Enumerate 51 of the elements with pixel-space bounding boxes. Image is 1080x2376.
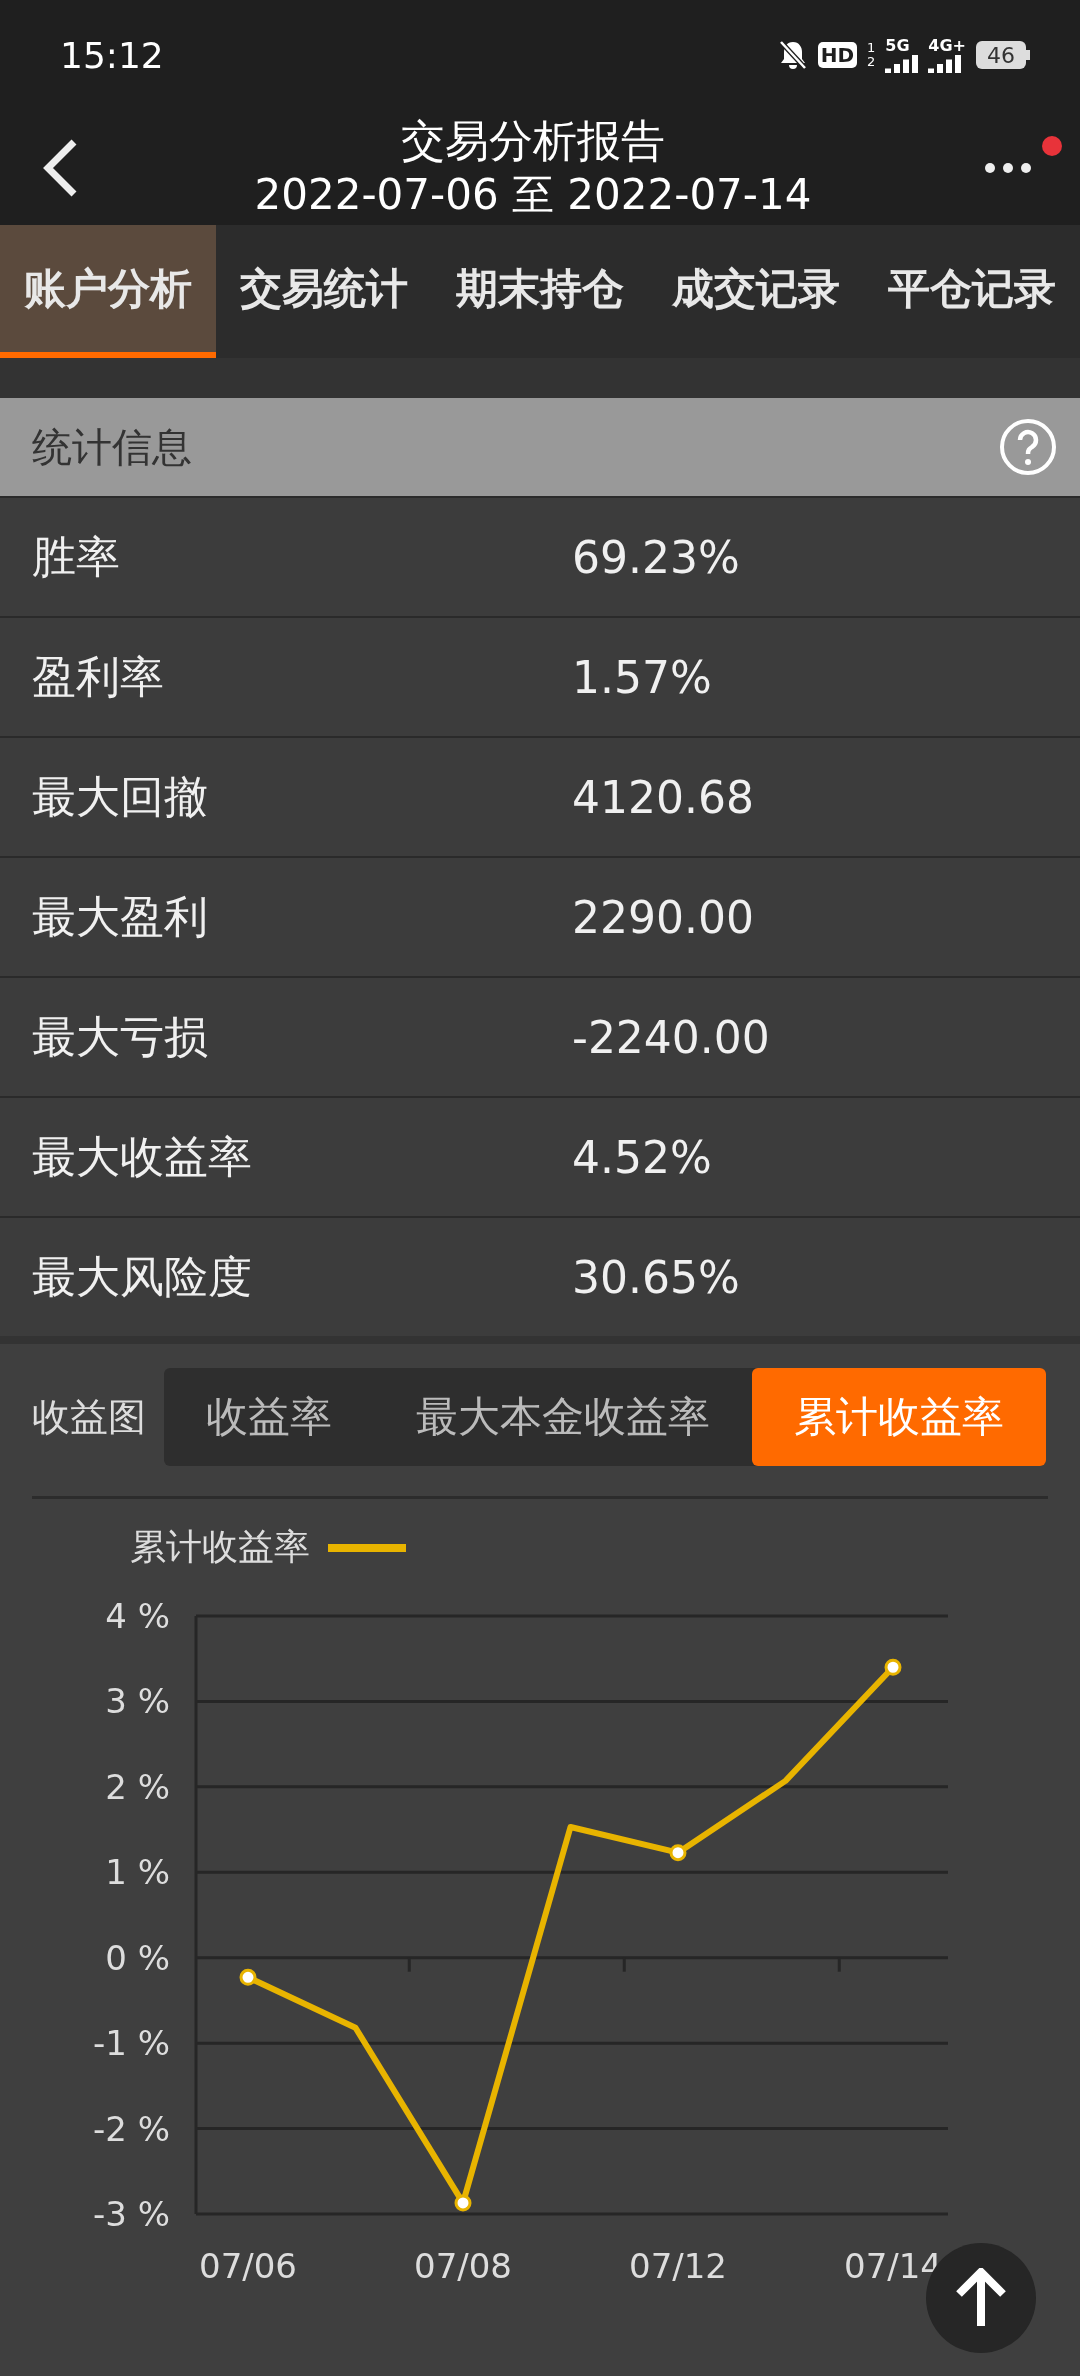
tab[interactable]: 账户分析 [0,225,216,358]
chart-label: 收益图 [32,1393,146,1441]
date-range: 2022-07-06 至 2022-07-14 [254,168,812,221]
data-point [669,1844,687,1862]
y-axis-label: 4 % [105,1596,170,1636]
muted-bell-icon [777,39,808,71]
status-time: 15:12 [60,34,164,76]
stat-label: 胜率 [32,529,121,584]
sim-slot-label: 2 [867,55,876,69]
tab[interactable]: 平仓记录 [864,225,1080,358]
data-point [239,1968,257,1986]
y-axis-label: 3 % [105,1681,170,1722]
section-title: 统计信息 [32,422,192,472]
y-axis-label: -2 % [93,2108,170,2149]
tab[interactable]: 期末持仓 [432,225,648,358]
y-axis-label: 2 % [105,1766,170,1807]
stat-value: 30.65% [572,1251,740,1303]
chart-tab[interactable]: 收益率 [164,1368,374,1466]
y-axis-label: 1 % [105,1852,170,1893]
stat-value: -2240.00 [572,1011,770,1063]
page-title: 交易分析报告 [401,113,665,168]
stat-label: 最大亏损 [32,1009,209,1064]
stat-label: 盈利率 [32,649,165,704]
stat-value: 4120.68 [572,771,754,823]
stat-value: 1.57% [572,651,712,703]
stat-label: 最大收益率 [32,1129,253,1184]
x-axis-label: 07/08 [414,2246,512,2286]
y-axis-label: -3 % [93,2194,170,2234]
y-axis-label: -1 % [93,2023,170,2064]
data-point [454,2194,472,2212]
y-axis-label: 0 % [105,1937,170,1978]
help-icon[interactable] [998,417,1058,477]
data-point [884,1658,902,1676]
legend-label: 累计收益率 [130,1525,310,1569]
tab[interactable]: 交易统计 [216,225,432,358]
hd-badge: HD [817,42,858,68]
network-label: 4G+ [928,37,966,55]
stat-value: 4.52% [572,1131,712,1183]
chart-tab[interactable]: 最大本金收益率 [374,1368,752,1466]
stat-value: 69.23% [572,531,740,583]
x-axis-label: 07/06 [199,2246,297,2286]
tab[interactable]: 成交记录 [648,225,864,358]
stat-value: 2290.00 [572,891,754,943]
stat-label: 最大回撤 [32,769,209,824]
signal-icon [928,55,962,73]
sim-slot-label: 1 [867,41,876,55]
x-axis-label: 07/12 [629,2246,727,2286]
signal-icon [885,55,919,73]
network-label: 5G [885,37,910,55]
stat-label: 最大盈利 [32,889,209,944]
stat-label: 最大风险度 [32,1249,253,1304]
